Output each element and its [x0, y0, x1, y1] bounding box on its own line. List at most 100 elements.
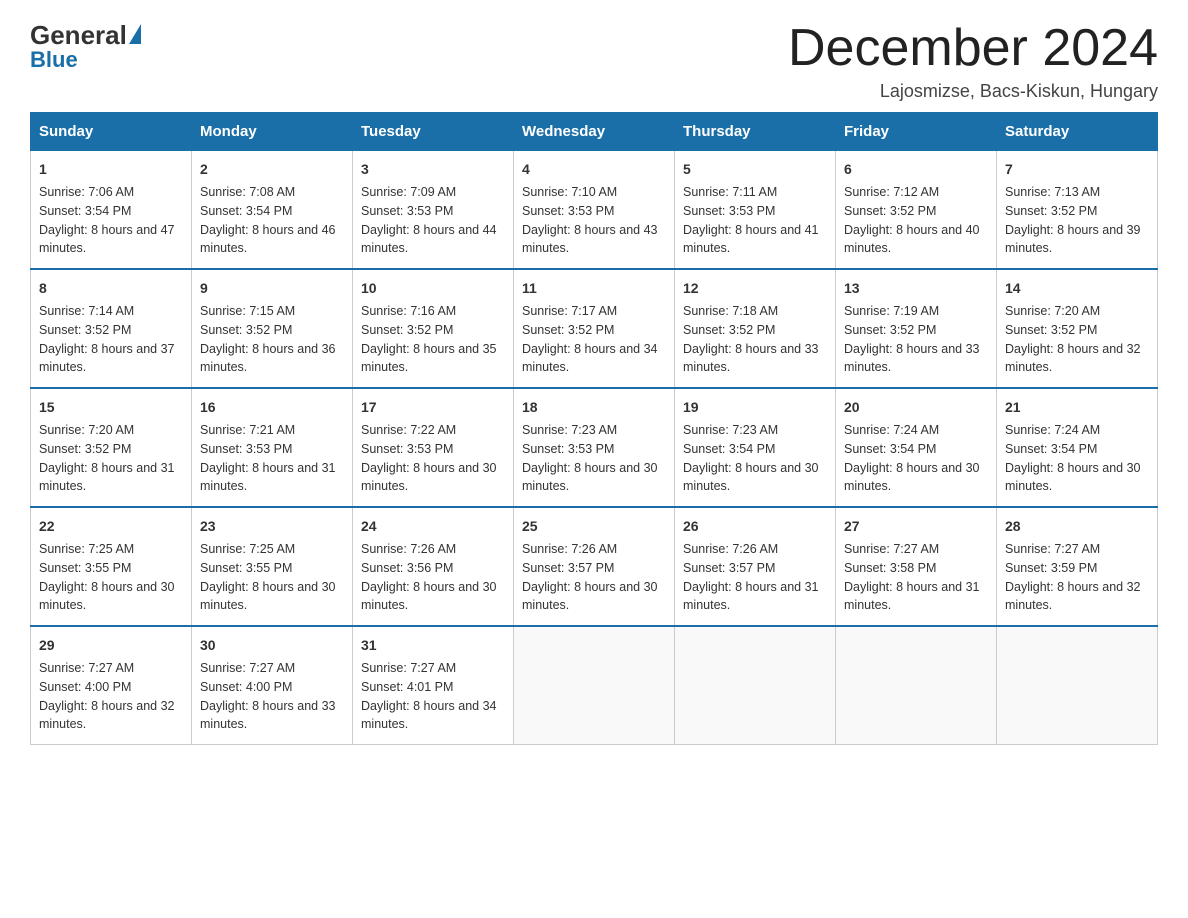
sunrise-text: Sunrise: 7:06 AM — [39, 185, 134, 199]
calendar-cell: 1Sunrise: 7:06 AMSunset: 3:54 PMDaylight… — [31, 151, 192, 270]
calendar-cell: 5Sunrise: 7:11 AMSunset: 3:53 PMDaylight… — [675, 151, 836, 270]
calendar-cell: 24Sunrise: 7:26 AMSunset: 3:56 PMDayligh… — [353, 507, 514, 626]
sunset-text: Sunset: 3:58 PM — [844, 561, 936, 575]
daylight-text: Daylight: 8 hours and 31 minutes. — [200, 461, 336, 494]
calendar-week-row: 29Sunrise: 7:27 AMSunset: 4:00 PMDayligh… — [31, 626, 1158, 745]
day-number: 6 — [844, 159, 988, 180]
day-number: 18 — [522, 397, 666, 418]
weekday-header-monday: Monday — [192, 113, 353, 151]
calendar-cell: 23Sunrise: 7:25 AMSunset: 3:55 PMDayligh… — [192, 507, 353, 626]
sunrise-text: Sunrise: 7:20 AM — [1005, 304, 1100, 318]
page-header: General Blue December 2024 Lajosmizse, B… — [30, 20, 1158, 102]
calendar-week-row: 22Sunrise: 7:25 AMSunset: 3:55 PMDayligh… — [31, 507, 1158, 626]
day-number: 21 — [1005, 397, 1149, 418]
calendar-cell: 27Sunrise: 7:27 AMSunset: 3:58 PMDayligh… — [836, 507, 997, 626]
sunrise-text: Sunrise: 7:17 AM — [522, 304, 617, 318]
sunset-text: Sunset: 3:54 PM — [200, 204, 292, 218]
sunset-text: Sunset: 3:53 PM — [522, 204, 614, 218]
calendar-cell: 29Sunrise: 7:27 AMSunset: 4:00 PMDayligh… — [31, 626, 192, 745]
calendar-cell: 12Sunrise: 7:18 AMSunset: 3:52 PMDayligh… — [675, 269, 836, 388]
daylight-text: Daylight: 8 hours and 30 minutes. — [361, 580, 497, 613]
day-number: 4 — [522, 159, 666, 180]
day-number: 14 — [1005, 278, 1149, 299]
weekday-header-wednesday: Wednesday — [514, 113, 675, 151]
daylight-text: Daylight: 8 hours and 31 minutes. — [844, 580, 980, 613]
daylight-text: Daylight: 8 hours and 33 minutes. — [844, 342, 980, 375]
sunset-text: Sunset: 3:52 PM — [1005, 204, 1097, 218]
day-number: 10 — [361, 278, 505, 299]
day-number: 25 — [522, 516, 666, 537]
daylight-text: Daylight: 8 hours and 30 minutes. — [683, 461, 819, 494]
calendar-cell: 18Sunrise: 7:23 AMSunset: 3:53 PMDayligh… — [514, 388, 675, 507]
sunset-text: Sunset: 3:54 PM — [1005, 442, 1097, 456]
day-number: 23 — [200, 516, 344, 537]
calendar-week-row: 15Sunrise: 7:20 AMSunset: 3:52 PMDayligh… — [31, 388, 1158, 507]
sunset-text: Sunset: 3:52 PM — [844, 323, 936, 337]
sunset-text: Sunset: 3:59 PM — [1005, 561, 1097, 575]
day-number: 31 — [361, 635, 505, 656]
sunrise-text: Sunrise: 7:12 AM — [844, 185, 939, 199]
title-block: December 2024 Lajosmizse, Bacs-Kiskun, H… — [788, 20, 1158, 102]
daylight-text: Daylight: 8 hours and 33 minutes. — [200, 699, 336, 732]
sunset-text: Sunset: 3:53 PM — [200, 442, 292, 456]
sunrise-text: Sunrise: 7:20 AM — [39, 423, 134, 437]
day-number: 7 — [1005, 159, 1149, 180]
sunset-text: Sunset: 3:53 PM — [683, 204, 775, 218]
daylight-text: Daylight: 8 hours and 46 minutes. — [200, 223, 336, 256]
day-number: 30 — [200, 635, 344, 656]
sunset-text: Sunset: 3:57 PM — [522, 561, 614, 575]
calendar-cell: 17Sunrise: 7:22 AMSunset: 3:53 PMDayligh… — [353, 388, 514, 507]
sunset-text: Sunset: 3:52 PM — [683, 323, 775, 337]
sunrise-text: Sunrise: 7:10 AM — [522, 185, 617, 199]
calendar-cell: 25Sunrise: 7:26 AMSunset: 3:57 PMDayligh… — [514, 507, 675, 626]
sunset-text: Sunset: 3:54 PM — [683, 442, 775, 456]
daylight-text: Daylight: 8 hours and 31 minutes. — [39, 461, 175, 494]
daylight-text: Daylight: 8 hours and 32 minutes. — [1005, 342, 1141, 375]
sunrise-text: Sunrise: 7:26 AM — [361, 542, 456, 556]
sunrise-text: Sunrise: 7:27 AM — [361, 661, 456, 675]
calendar-cell — [675, 626, 836, 745]
calendar-cell: 26Sunrise: 7:26 AMSunset: 3:57 PMDayligh… — [675, 507, 836, 626]
sunset-text: Sunset: 3:55 PM — [200, 561, 292, 575]
daylight-text: Daylight: 8 hours and 39 minutes. — [1005, 223, 1141, 256]
sunrise-text: Sunrise: 7:23 AM — [683, 423, 778, 437]
sunset-text: Sunset: 3:54 PM — [39, 204, 131, 218]
sunset-text: Sunset: 3:52 PM — [522, 323, 614, 337]
daylight-text: Daylight: 8 hours and 30 minutes. — [1005, 461, 1141, 494]
daylight-text: Daylight: 8 hours and 36 minutes. — [200, 342, 336, 375]
sunset-text: Sunset: 3:56 PM — [361, 561, 453, 575]
calendar-cell: 28Sunrise: 7:27 AMSunset: 3:59 PMDayligh… — [997, 507, 1158, 626]
daylight-text: Daylight: 8 hours and 41 minutes. — [683, 223, 819, 256]
sunrise-text: Sunrise: 7:26 AM — [522, 542, 617, 556]
day-number: 20 — [844, 397, 988, 418]
sunset-text: Sunset: 4:00 PM — [200, 680, 292, 694]
day-number: 13 — [844, 278, 988, 299]
weekday-header-friday: Friday — [836, 113, 997, 151]
sunrise-text: Sunrise: 7:16 AM — [361, 304, 456, 318]
sunset-text: Sunset: 3:52 PM — [361, 323, 453, 337]
sunset-text: Sunset: 4:01 PM — [361, 680, 453, 694]
sunrise-text: Sunrise: 7:13 AM — [1005, 185, 1100, 199]
sunset-text: Sunset: 3:52 PM — [200, 323, 292, 337]
calendar-cell: 31Sunrise: 7:27 AMSunset: 4:01 PMDayligh… — [353, 626, 514, 745]
calendar-cell: 20Sunrise: 7:24 AMSunset: 3:54 PMDayligh… — [836, 388, 997, 507]
sunrise-text: Sunrise: 7:09 AM — [361, 185, 456, 199]
sunrise-text: Sunrise: 7:24 AM — [1005, 423, 1100, 437]
calendar-cell — [997, 626, 1158, 745]
calendar-cell: 6Sunrise: 7:12 AMSunset: 3:52 PMDaylight… — [836, 151, 997, 270]
daylight-text: Daylight: 8 hours and 32 minutes. — [39, 699, 175, 732]
calendar-cell: 2Sunrise: 7:08 AMSunset: 3:54 PMDaylight… — [192, 151, 353, 270]
sunrise-text: Sunrise: 7:27 AM — [1005, 542, 1100, 556]
calendar-cell: 14Sunrise: 7:20 AMSunset: 3:52 PMDayligh… — [997, 269, 1158, 388]
daylight-text: Daylight: 8 hours and 37 minutes. — [39, 342, 175, 375]
calendar-cell: 11Sunrise: 7:17 AMSunset: 3:52 PMDayligh… — [514, 269, 675, 388]
logo-triangle-icon — [129, 24, 141, 44]
day-number: 12 — [683, 278, 827, 299]
sunset-text: Sunset: 3:52 PM — [844, 204, 936, 218]
weekday-header-tuesday: Tuesday — [353, 113, 514, 151]
day-number: 1 — [39, 159, 183, 180]
daylight-text: Daylight: 8 hours and 30 minutes. — [39, 580, 175, 613]
calendar-cell: 30Sunrise: 7:27 AMSunset: 4:00 PMDayligh… — [192, 626, 353, 745]
calendar-cell: 19Sunrise: 7:23 AMSunset: 3:54 PMDayligh… — [675, 388, 836, 507]
day-number: 22 — [39, 516, 183, 537]
